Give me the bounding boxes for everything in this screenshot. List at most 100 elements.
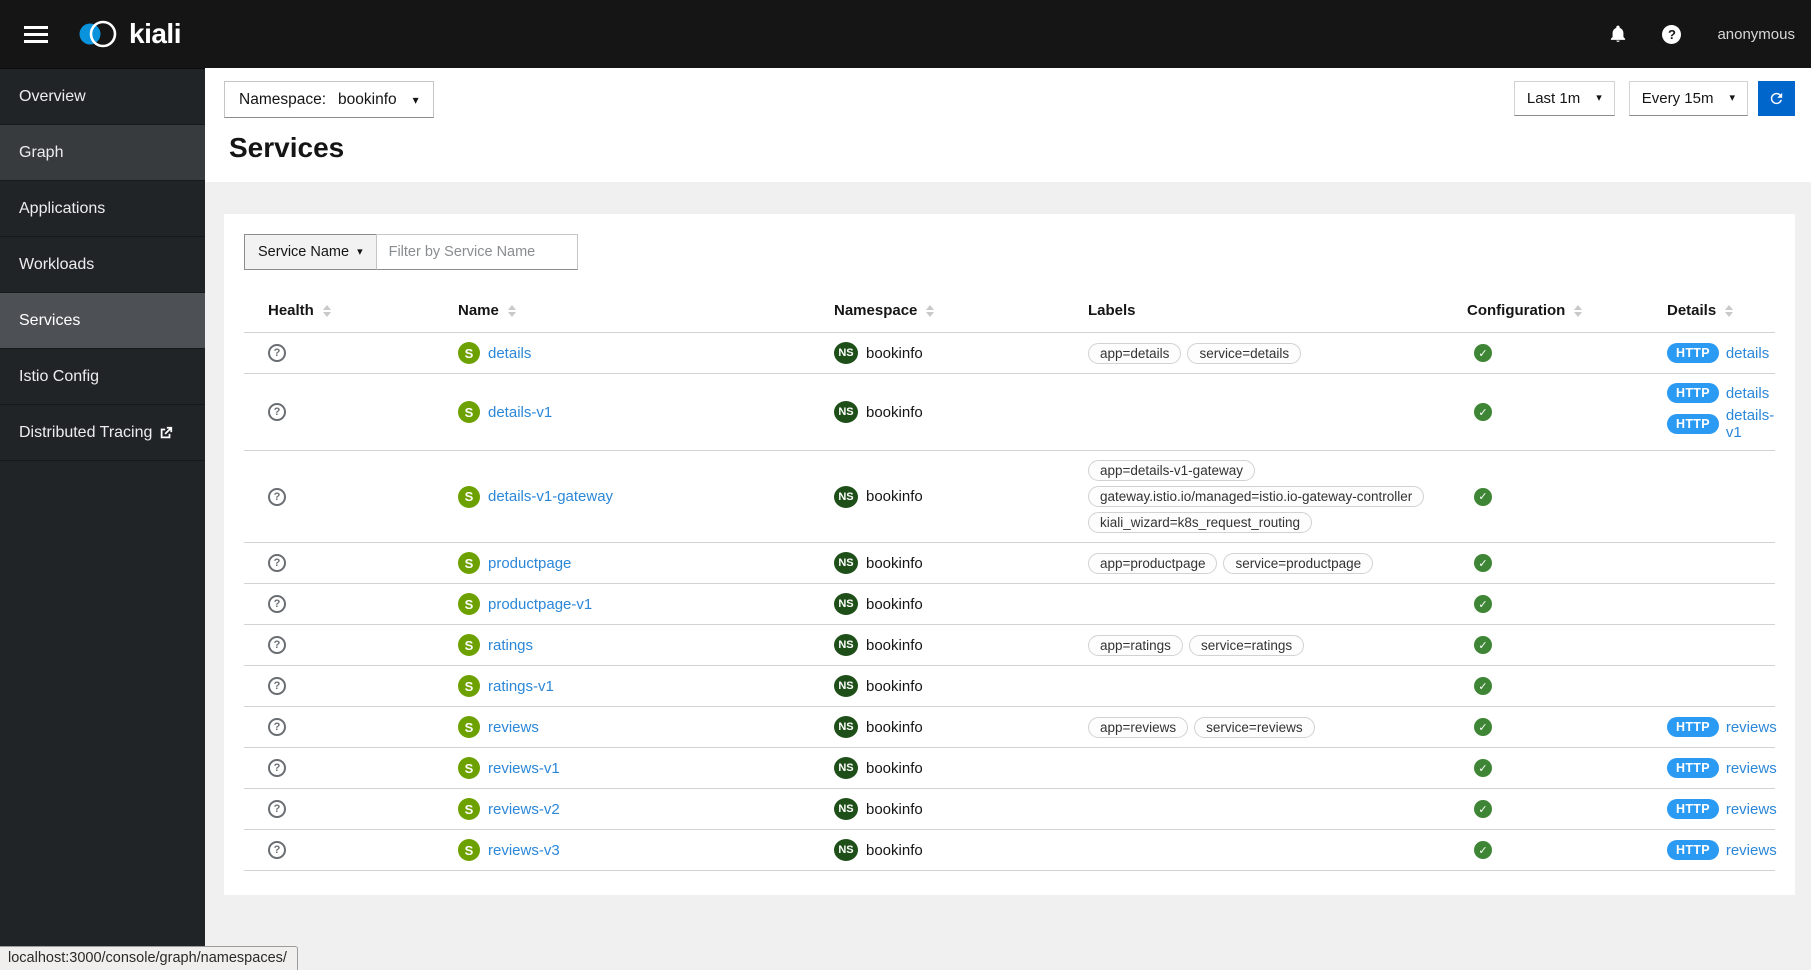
sidebar-item-label: Istio Config <box>19 367 100 385</box>
refresh-icon <box>1770 92 1783 105</box>
sidebar-item-graph[interactable]: Graph <box>0 125 205 181</box>
health-cell <box>244 450 434 543</box>
column-header-label: Configuration <box>1467 302 1566 319</box>
health-unknown-icon <box>268 595 286 613</box>
filter-input[interactable] <box>375 234 578 270</box>
label-chip: service=ratings <box>1188 634 1305 656</box>
filter-type-dropdown[interactable]: Service Name <box>244 234 377 270</box>
filter-toolbar: Service Name <box>244 234 1775 270</box>
service-link[interactable]: reviews-v1 <box>488 760 560 777</box>
service-icon: S <box>458 552 480 574</box>
configuration-cell <box>1443 829 1643 871</box>
service-link[interactable]: reviews <box>488 719 539 736</box>
labels-cell: app=productpage service=productpage <box>1064 542 1443 584</box>
sort-icon[interactable] <box>1574 304 1583 317</box>
detail-link[interactable]: reviews <box>1726 760 1777 777</box>
table-row: Sreviews-v2 NS bookinfo HTTP reviews <box>244 788 1777 830</box>
detail-link[interactable]: reviews <box>1726 801 1777 818</box>
service-icon: S <box>458 401 480 423</box>
namespace-cell: NS bookinfo <box>810 747 1064 789</box>
help-button[interactable] <box>1658 21 1685 48</box>
link-preview-statusbar: localhost:3000/console/graph/namespaces/ <box>0 946 298 970</box>
namespace-icon: NS <box>834 675 858 697</box>
label-chip: kiali_wizard=k8s_request_routing <box>1088 512 1312 533</box>
service-link[interactable]: details-v1-gateway <box>488 488 613 505</box>
service-icon: S <box>458 675 480 697</box>
detail-link[interactable]: reviews <box>1726 719 1777 736</box>
config-valid-icon <box>1474 800 1492 818</box>
namespace-cell: NS bookinfo <box>810 373 1064 451</box>
service-link[interactable]: details-v1 <box>488 404 552 421</box>
sidebar-item-overview[interactable]: Overview <box>0 69 205 125</box>
health-unknown-icon <box>268 718 286 736</box>
column-header-configuration[interactable]: Configuration <box>1443 292 1643 333</box>
hamburger-icon <box>24 25 48 43</box>
sidebar-item-label: Overview <box>19 87 86 105</box>
service-link[interactable]: ratings <box>488 637 533 654</box>
sidebar-item-label: Services <box>19 311 81 329</box>
health-unknown-icon <box>268 800 286 818</box>
namespace-icon: NS <box>834 798 858 820</box>
namespace-label: bookinfo <box>866 344 923 362</box>
brand-name: kiali <box>129 18 181 49</box>
column-header-details[interactable]: Details <box>1643 292 1775 333</box>
detail-line: HTTP details <box>1667 343 1769 363</box>
nav-toggle-button[interactable] <box>14 16 58 53</box>
config-valid-icon <box>1474 759 1492 777</box>
column-header-namespace[interactable]: Namespace <box>810 292 1064 333</box>
service-link[interactable]: details <box>488 345 531 362</box>
labels-cell: app=ratings service=ratings <box>1064 624 1443 666</box>
detail-link[interactable]: details-v1 <box>1726 407 1774 441</box>
chevron-down-icon <box>1596 93 1602 104</box>
service-link[interactable]: reviews-v3 <box>488 842 560 859</box>
sidebar-item-distributed-tracing[interactable]: Distributed Tracing <box>0 405 205 461</box>
namespace-label: bookinfo <box>866 554 923 572</box>
service-link[interactable]: ratings-v1 <box>488 678 554 695</box>
sidebar-item-workloads[interactable]: Workloads <box>0 237 205 293</box>
namespace-label: bookinfo <box>866 841 923 859</box>
sidebar-item-applications[interactable]: Applications <box>0 181 205 237</box>
health-unknown-icon <box>268 759 286 777</box>
details-cell: HTTP details <box>1643 332 1775 374</box>
sort-icon[interactable] <box>507 304 516 317</box>
name-cell: Sratings <box>434 624 810 666</box>
health-cell <box>244 788 434 830</box>
refresh-interval-select[interactable]: Every 15m <box>1628 81 1748 116</box>
sort-icon[interactable] <box>1725 304 1734 317</box>
services-table-body: Sdetails NS bookinfo app=detailsservice=det… <box>244 332 1777 871</box>
link-preview-url: localhost:3000/console/graph/namespaces/ <box>8 950 287 966</box>
configuration-cell <box>1443 373 1643 451</box>
chevron-down-icon <box>1729 93 1735 104</box>
namespace-icon: NS <box>834 401 858 423</box>
service-link[interactable]: productpage <box>488 555 571 572</box>
refresh-button[interactable] <box>1758 81 1795 116</box>
sort-icon[interactable] <box>926 304 935 317</box>
label-chip: app=details-v1-gateway <box>1088 460 1255 481</box>
sidebar-item-services[interactable]: Services <box>0 293 205 349</box>
detail-link[interactable]: reviews <box>1726 842 1777 859</box>
namespace-cell: NS bookinfo <box>810 829 1064 871</box>
page-header: Namespace: bookinfo Last 1m Every 15m <box>205 68 1811 182</box>
sort-icon[interactable] <box>322 304 331 317</box>
username: anonymous <box>1717 25 1795 43</box>
details-cell <box>1643 583 1775 625</box>
sidebar-item-istio-config[interactable]: Istio Config <box>0 349 205 405</box>
configuration-cell <box>1443 332 1643 374</box>
detail-link[interactable]: details <box>1726 345 1769 362</box>
name-cell: Sreviews <box>434 706 810 748</box>
notifications-button[interactable] <box>1604 20 1632 48</box>
service-link[interactable]: reviews-v2 <box>488 801 560 818</box>
external-link-icon <box>161 426 173 438</box>
detail-link[interactable]: details <box>1726 385 1769 402</box>
service-link[interactable]: productpage-v1 <box>488 596 592 613</box>
namespace-select[interactable]: Namespace: bookinfo <box>224 81 434 118</box>
health-cell <box>244 583 434 625</box>
duration-select[interactable]: Last 1m <box>1513 81 1615 116</box>
namespace-label: bookinfo <box>866 595 923 613</box>
namespace-icon: NS <box>834 593 858 615</box>
column-header-health[interactable]: Health <box>244 292 434 333</box>
column-header-name[interactable]: Name <box>434 292 810 333</box>
service-icon: S <box>458 342 480 364</box>
service-icon: S <box>458 485 480 508</box>
namespace-icon: NS <box>834 552 858 574</box>
